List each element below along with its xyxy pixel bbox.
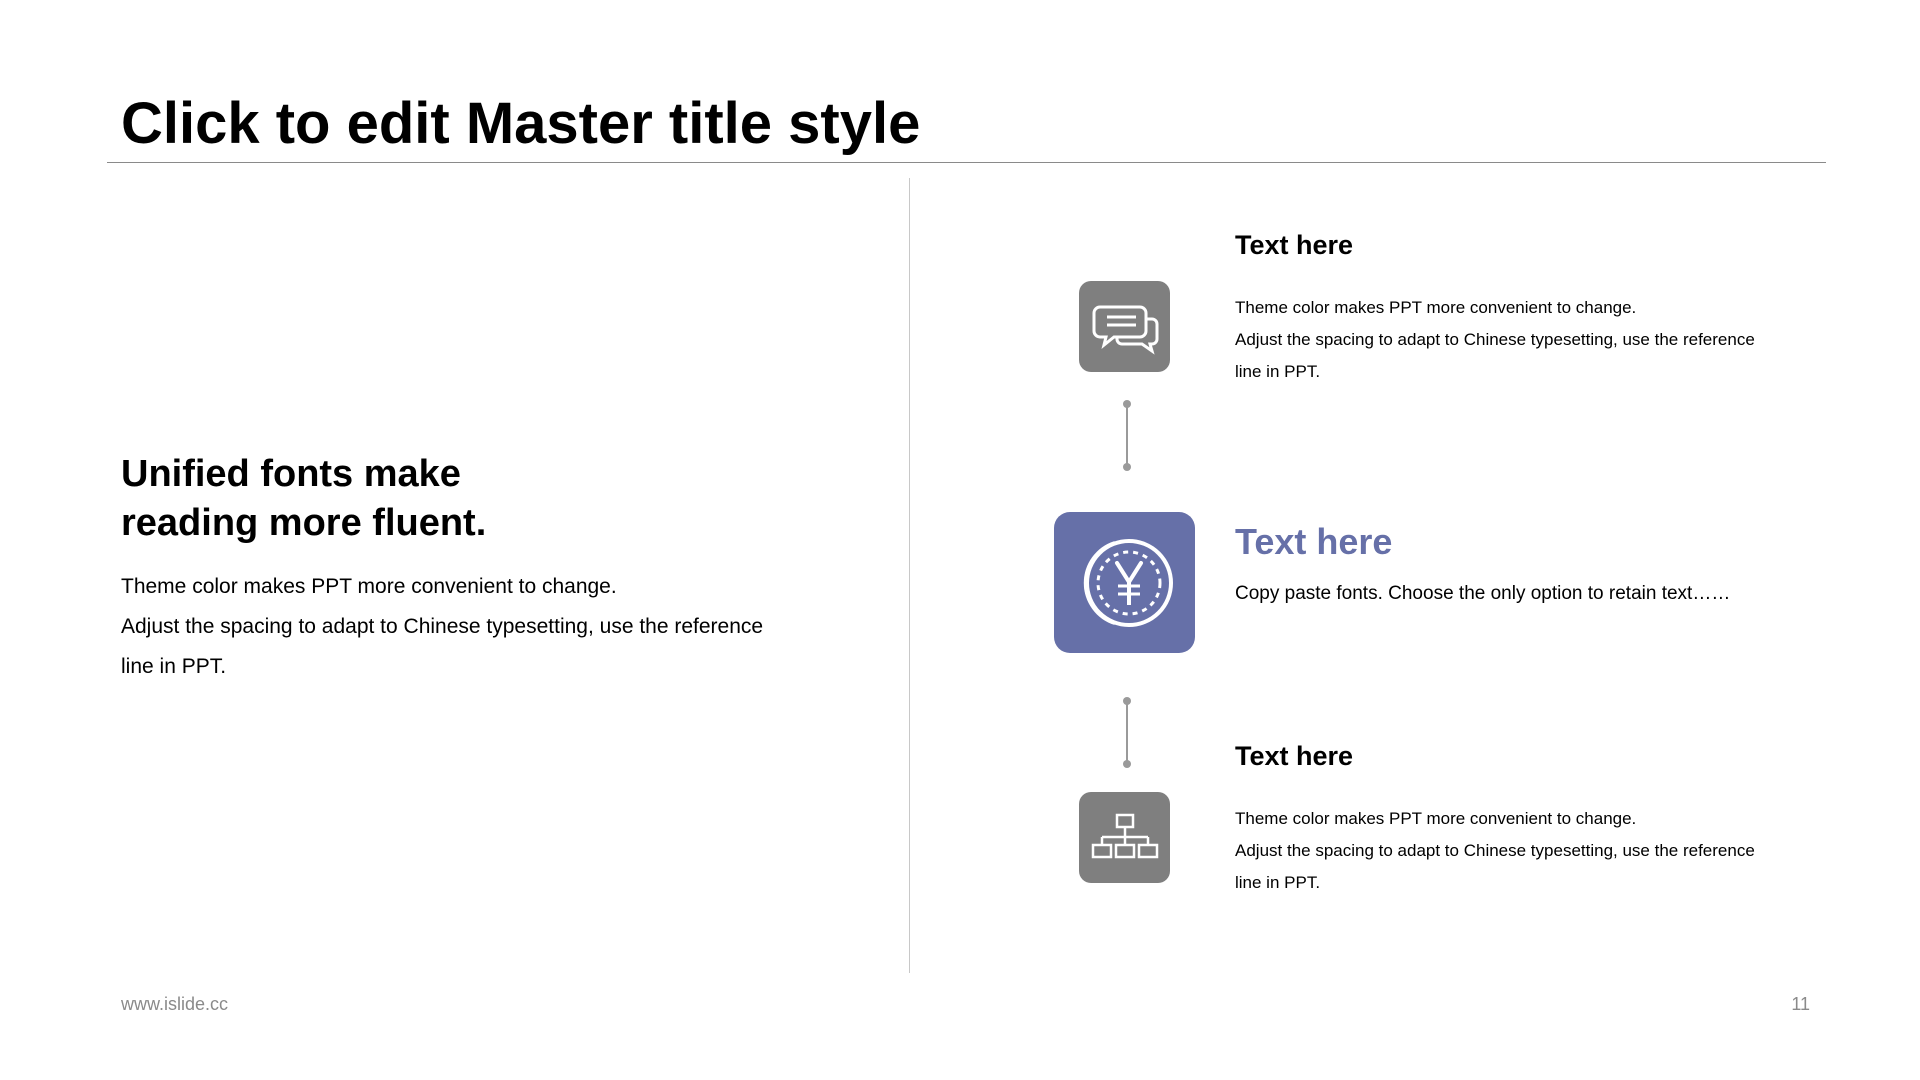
org-chart-icon [1091, 813, 1158, 858]
item-3-body: Theme color makes PPT more convenient to… [1235, 803, 1835, 899]
left-heading: Unified fonts make reading more fluent. [121, 450, 681, 548]
left-body-line: line in PPT. [121, 655, 227, 678]
title-underline [107, 162, 1826, 163]
page-number: 11 [1791, 994, 1810, 1014]
vertical-divider [909, 178, 910, 973]
item-1-body-line: Theme color makes PPT more convenient to… [1235, 298, 1637, 317]
connector-dot [1123, 697, 1131, 705]
item-2-title: Text here [1235, 521, 1393, 562]
item-1-body-line: Adjust the spacing to adapt to Chinese t… [1235, 330, 1755, 349]
coin-icon-tile [1054, 512, 1195, 653]
item-2-body-line: Copy paste fonts. Choose the only option… [1235, 583, 1731, 604]
chat-bubbles-icon [1092, 305, 1158, 355]
slide-title[interactable]: Click to edit Master title style [121, 88, 920, 160]
item-1-body-line: line in PPT. [1235, 362, 1321, 381]
chat-icon-tile [1079, 281, 1170, 372]
item-3-body-line: line in PPT. [1235, 873, 1321, 892]
connector-dot [1123, 760, 1131, 768]
left-heading-line: Unified fonts make [121, 453, 461, 495]
item-2-body: Copy paste fonts. Choose the only option… [1235, 578, 1835, 610]
footer-url: www.islide.cc [121, 994, 229, 1014]
item-3-body-line: Adjust the spacing to adapt to Chinese t… [1235, 841, 1755, 860]
item-3-body-line: Theme color makes PPT more convenient to… [1235, 809, 1637, 828]
connector-dot [1123, 463, 1131, 471]
left-heading-line: reading more fluent. [121, 502, 487, 544]
item-1-body: Theme color makes PPT more convenient to… [1235, 292, 1835, 388]
yen-coin-icon [1083, 538, 1173, 627]
left-body-line: Adjust the spacing to adapt to Chinese t… [121, 615, 764, 638]
org-icon-tile [1079, 792, 1170, 883]
left-body-text: Theme color makes PPT more convenient to… [121, 567, 811, 687]
item-1-title: Text here [1235, 230, 1354, 260]
connector-line [1126, 405, 1128, 468]
connector-dot [1123, 400, 1131, 408]
item-3-title: Text here [1235, 741, 1354, 771]
left-body-line: Theme color makes PPT more convenient to… [121, 575, 617, 598]
connector-line [1126, 702, 1128, 765]
